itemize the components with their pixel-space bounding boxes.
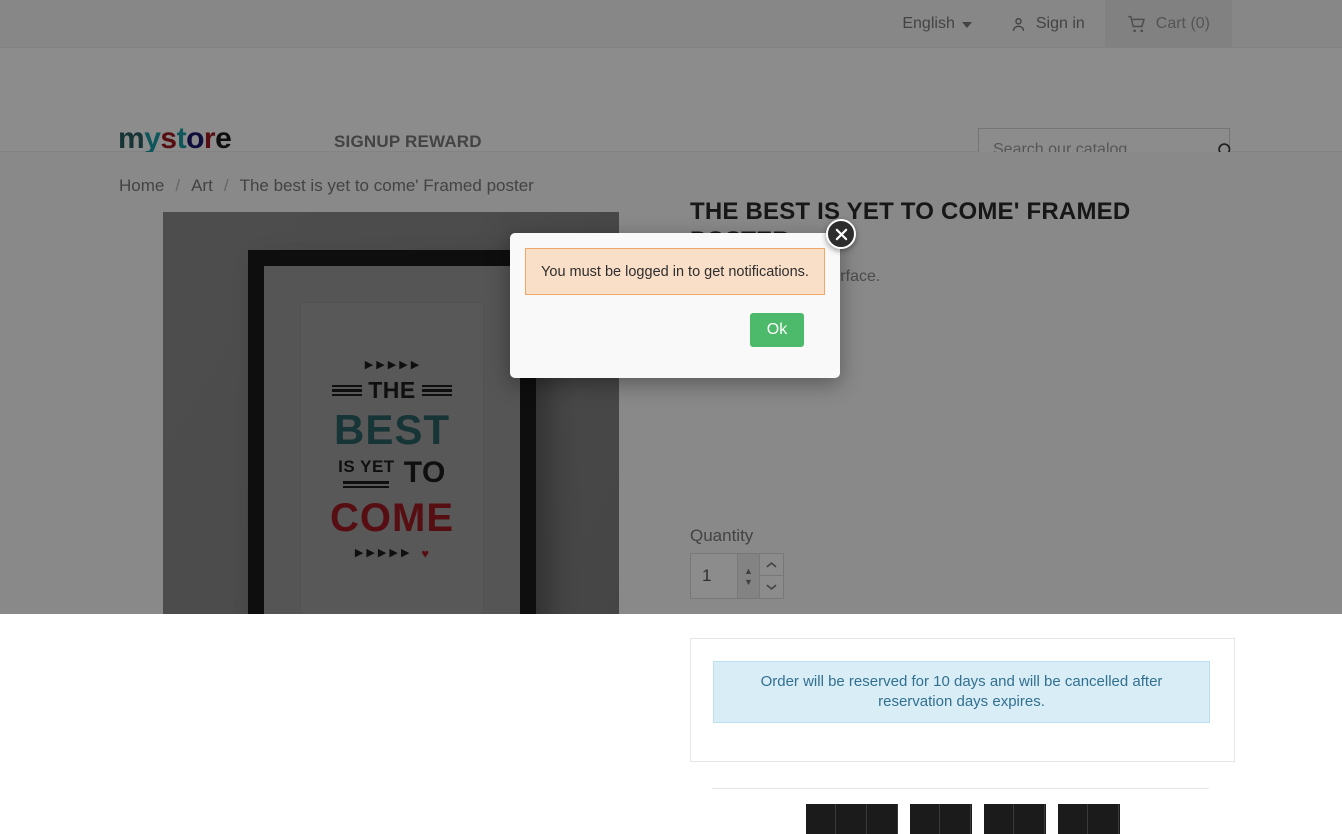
modal-ok-button[interactable]: Ok	[750, 313, 804, 347]
share-button[interactable]	[984, 804, 1046, 834]
modal-message: You must be logged in to get notificatio…	[525, 248, 825, 295]
share-button[interactable]	[1058, 804, 1120, 834]
reservation-notice: Order will be reserved for 10 days and w…	[713, 661, 1210, 723]
reservation-panel: Order will be reserved for 10 days and w…	[690, 638, 1235, 762]
share-button[interactable]	[910, 804, 972, 834]
social-share-row	[690, 804, 1235, 834]
close-icon[interactable]	[826, 219, 856, 249]
share-button[interactable]	[806, 804, 898, 834]
share-divider	[712, 788, 1209, 789]
notification-modal: You must be logged in to get notificatio…	[510, 233, 840, 378]
